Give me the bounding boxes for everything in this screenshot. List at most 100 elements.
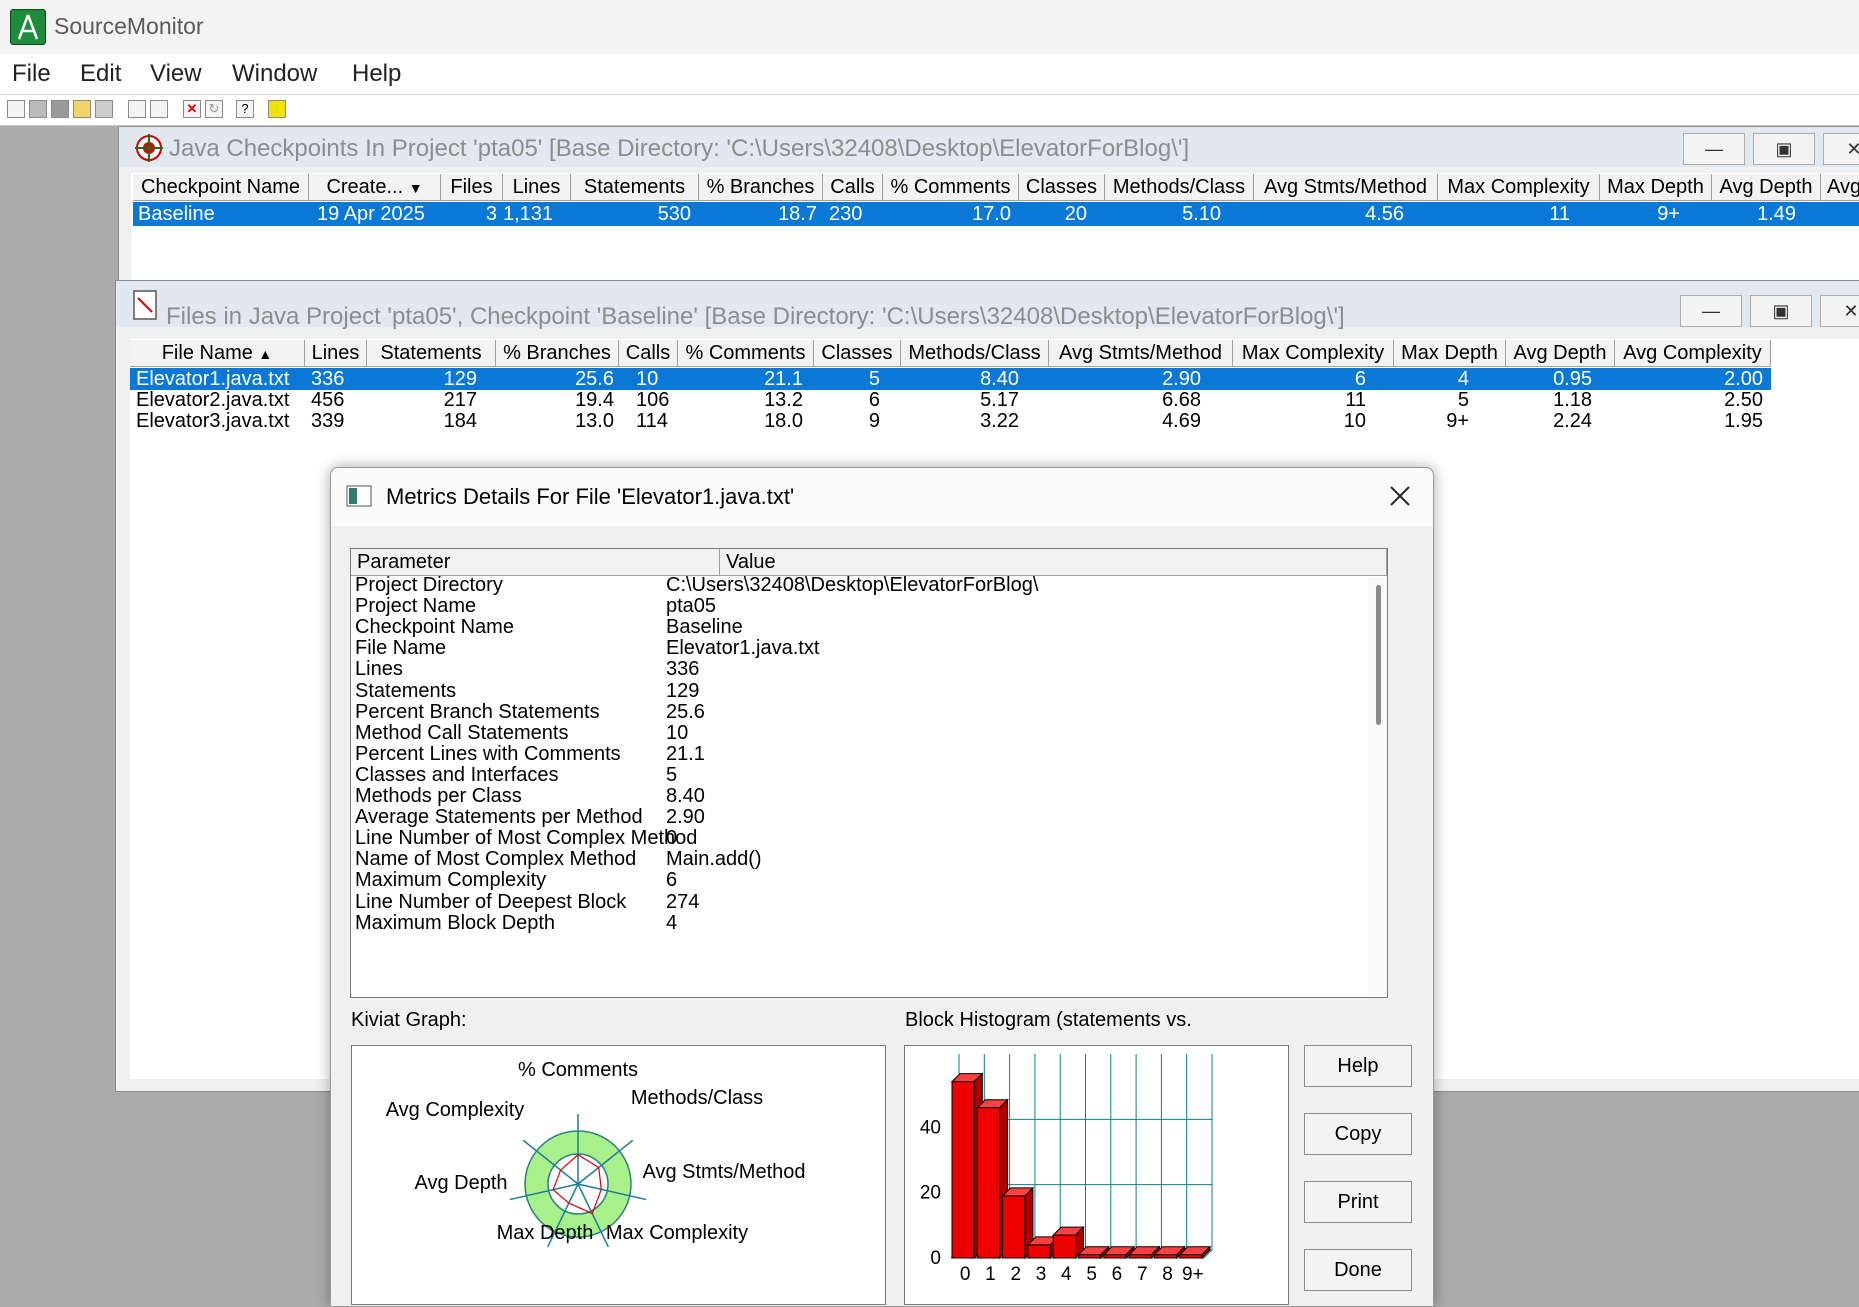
open-icon[interactable] [29,100,47,118]
col-parameter[interactable]: Parameter [351,549,720,576]
param-name: Maximum Block Depth [355,911,556,934]
histogram-bar [1103,1254,1127,1259]
context-help-icon[interactable]: ? [236,100,254,118]
histogram-bar [1179,1254,1203,1259]
target-icon [135,134,163,162]
col-statements[interactable]: Statements [571,174,699,201]
col-comments[interactable]: % Comments [678,340,814,367]
app-title: SourceMonitor [54,13,204,39]
col-created[interactable]: Create... ▼ [309,174,441,201]
kiviat-axis-label: Avg Complexity [386,1099,525,1121]
minimize-button[interactable]: — [1683,133,1745,165]
menu-bar: File Edit View Window Help [0,54,1859,94]
save-icon[interactable] [95,100,113,118]
histogram-x-tick: 5 [1086,1264,1097,1285]
cp-calls: 230 [829,203,863,225]
menu-help[interactable]: Help [352,60,401,88]
metrics-details-dialog: Metrics Details For File 'Elevator1.java… [330,467,1434,1307]
copy-button[interactable]: Copy [1304,1113,1412,1155]
col-avg-complexity[interactable]: Avg C [1821,174,1859,201]
col-lines[interactable]: Lines [305,340,367,367]
checkpoints-window-titlebar[interactable]: Java Checkpoints In Project 'pta05' [Bas… [119,127,1859,167]
scrollbar-thumb[interactable] [1376,585,1381,725]
col-methods-class[interactable]: Methods/Class [1105,174,1254,201]
col-avg-stmts[interactable]: Avg Stmts/Method [1049,340,1233,367]
col-avg-depth[interactable]: Avg Depth [1712,174,1821,201]
menu-window[interactable]: Window [232,60,317,88]
file-cell-avg-complexity: 2.00 [1724,368,1763,390]
delete-icon[interactable]: ✕ [183,100,201,118]
file-cell-max-depth: 9+ [1446,410,1469,432]
menu-view[interactable]: View [150,60,202,88]
file-cell-calls: 106 [636,389,670,411]
print-icon[interactable] [128,100,146,118]
maximize-button[interactable]: ▣ [1753,133,1815,165]
col-checkpoint-name[interactable]: Checkpoint Name [133,174,309,201]
col-max-complexity[interactable]: Max Complexity [1438,174,1600,201]
col-classes[interactable]: Classes [814,340,901,367]
file-cell-comments: 13.2 [764,389,803,411]
minimize-button[interactable]: — [1680,295,1742,327]
col-lines[interactable]: Lines [503,174,571,201]
histogram-x-tick: 0 [960,1264,971,1285]
done-button[interactable]: Done [1304,1249,1412,1291]
col-calls[interactable]: Calls [823,174,883,201]
print-preview-icon[interactable] [150,100,168,118]
col-file-name[interactable]: File Name ▲ [130,340,305,367]
checkpoint-icon[interactable] [51,100,69,118]
histogram-y-tick: 20 [920,1183,941,1204]
close-button[interactable]: ✕ [1820,295,1859,327]
cp-classes: 20 [1064,203,1087,225]
close-icon[interactable] [1389,485,1411,507]
col-avg-stmts[interactable]: Avg Stmts/Method [1254,174,1438,201]
file-cell-file-name: Elevator2.java.txt [136,389,290,411]
col-statements[interactable]: Statements [367,340,496,367]
maximize-button[interactable]: ▣ [1750,295,1812,327]
col-max-complexity[interactable]: Max Complexity [1233,340,1394,367]
kiviat-axis-label: Max Complexity [606,1222,748,1244]
col-comments[interactable]: % Comments [883,174,1019,201]
col-calls[interactable]: Calls [619,340,678,367]
info-icon[interactable] [268,100,286,118]
file-cell-max-complexity: 6 [1354,368,1366,390]
col-avg-complexity[interactable]: Avg Complexity [1615,340,1771,367]
histogram-bar [1153,1254,1178,1259]
close-button[interactable]: ✕ [1823,133,1859,165]
toolbar: ✕ ↻ ? [0,94,1859,126]
col-methods-class[interactable]: Methods/Class [901,340,1049,367]
open-folder-icon[interactable] [73,100,91,118]
cp-statements: 530 [657,203,691,225]
col-value[interactable]: Value [720,549,1387,576]
menu-file[interactable]: File [12,60,51,88]
col-classes[interactable]: Classes [1019,174,1105,201]
new-project-icon[interactable] [7,100,25,118]
parameter-list[interactable]: Parameter Value Project Directory C:\User… [350,548,1388,998]
file-cell-branches: 25.6 [575,368,614,390]
histogram-y-tick: 40 [920,1117,941,1138]
scrollbar[interactable] [1368,577,1387,997]
file-cell-calls: 10 [636,368,659,390]
file-cell-classes: 5 [868,368,880,390]
param-value: 4 [666,911,678,934]
col-max-depth[interactable]: Max Depth [1394,340,1506,367]
menu-edit[interactable]: Edit [80,60,121,88]
help-button[interactable]: Help [1304,1045,1412,1087]
col-branches[interactable]: % Branches [699,174,823,201]
col-branches[interactable]: % Branches [496,340,619,367]
col-avg-depth[interactable]: Avg Depth [1506,340,1615,367]
col-files[interactable]: Files [441,174,503,201]
file-cell-branches: 19.4 [575,389,614,411]
col-created-label: Create... [326,176,404,198]
dialog-titlebar[interactable]: Metrics Details For File 'Elevator1.java… [331,468,1433,526]
param-value: C:\Users\32408\Desktop\ElevatorForBlog\ [666,574,1039,596]
kiviat-axis-label: Avg Depth [414,1172,507,1194]
col-max-depth[interactable]: Max Depth [1600,174,1712,201]
histogram-x-tick: 9+ [1182,1264,1204,1285]
file-cell-max-complexity: 11 [1345,389,1366,411]
print-button[interactable]: Print [1304,1181,1412,1223]
files-window-titlebar[interactable]: Files in Java Project 'pta05', Checkpoin… [116,281,1859,330]
histogram-y-tick: 0 [930,1248,941,1269]
refresh-icon[interactable]: ↻ [205,100,223,118]
kiviat-axis-label: % Comments [518,1059,638,1081]
histogram-bar [1002,1195,1026,1259]
